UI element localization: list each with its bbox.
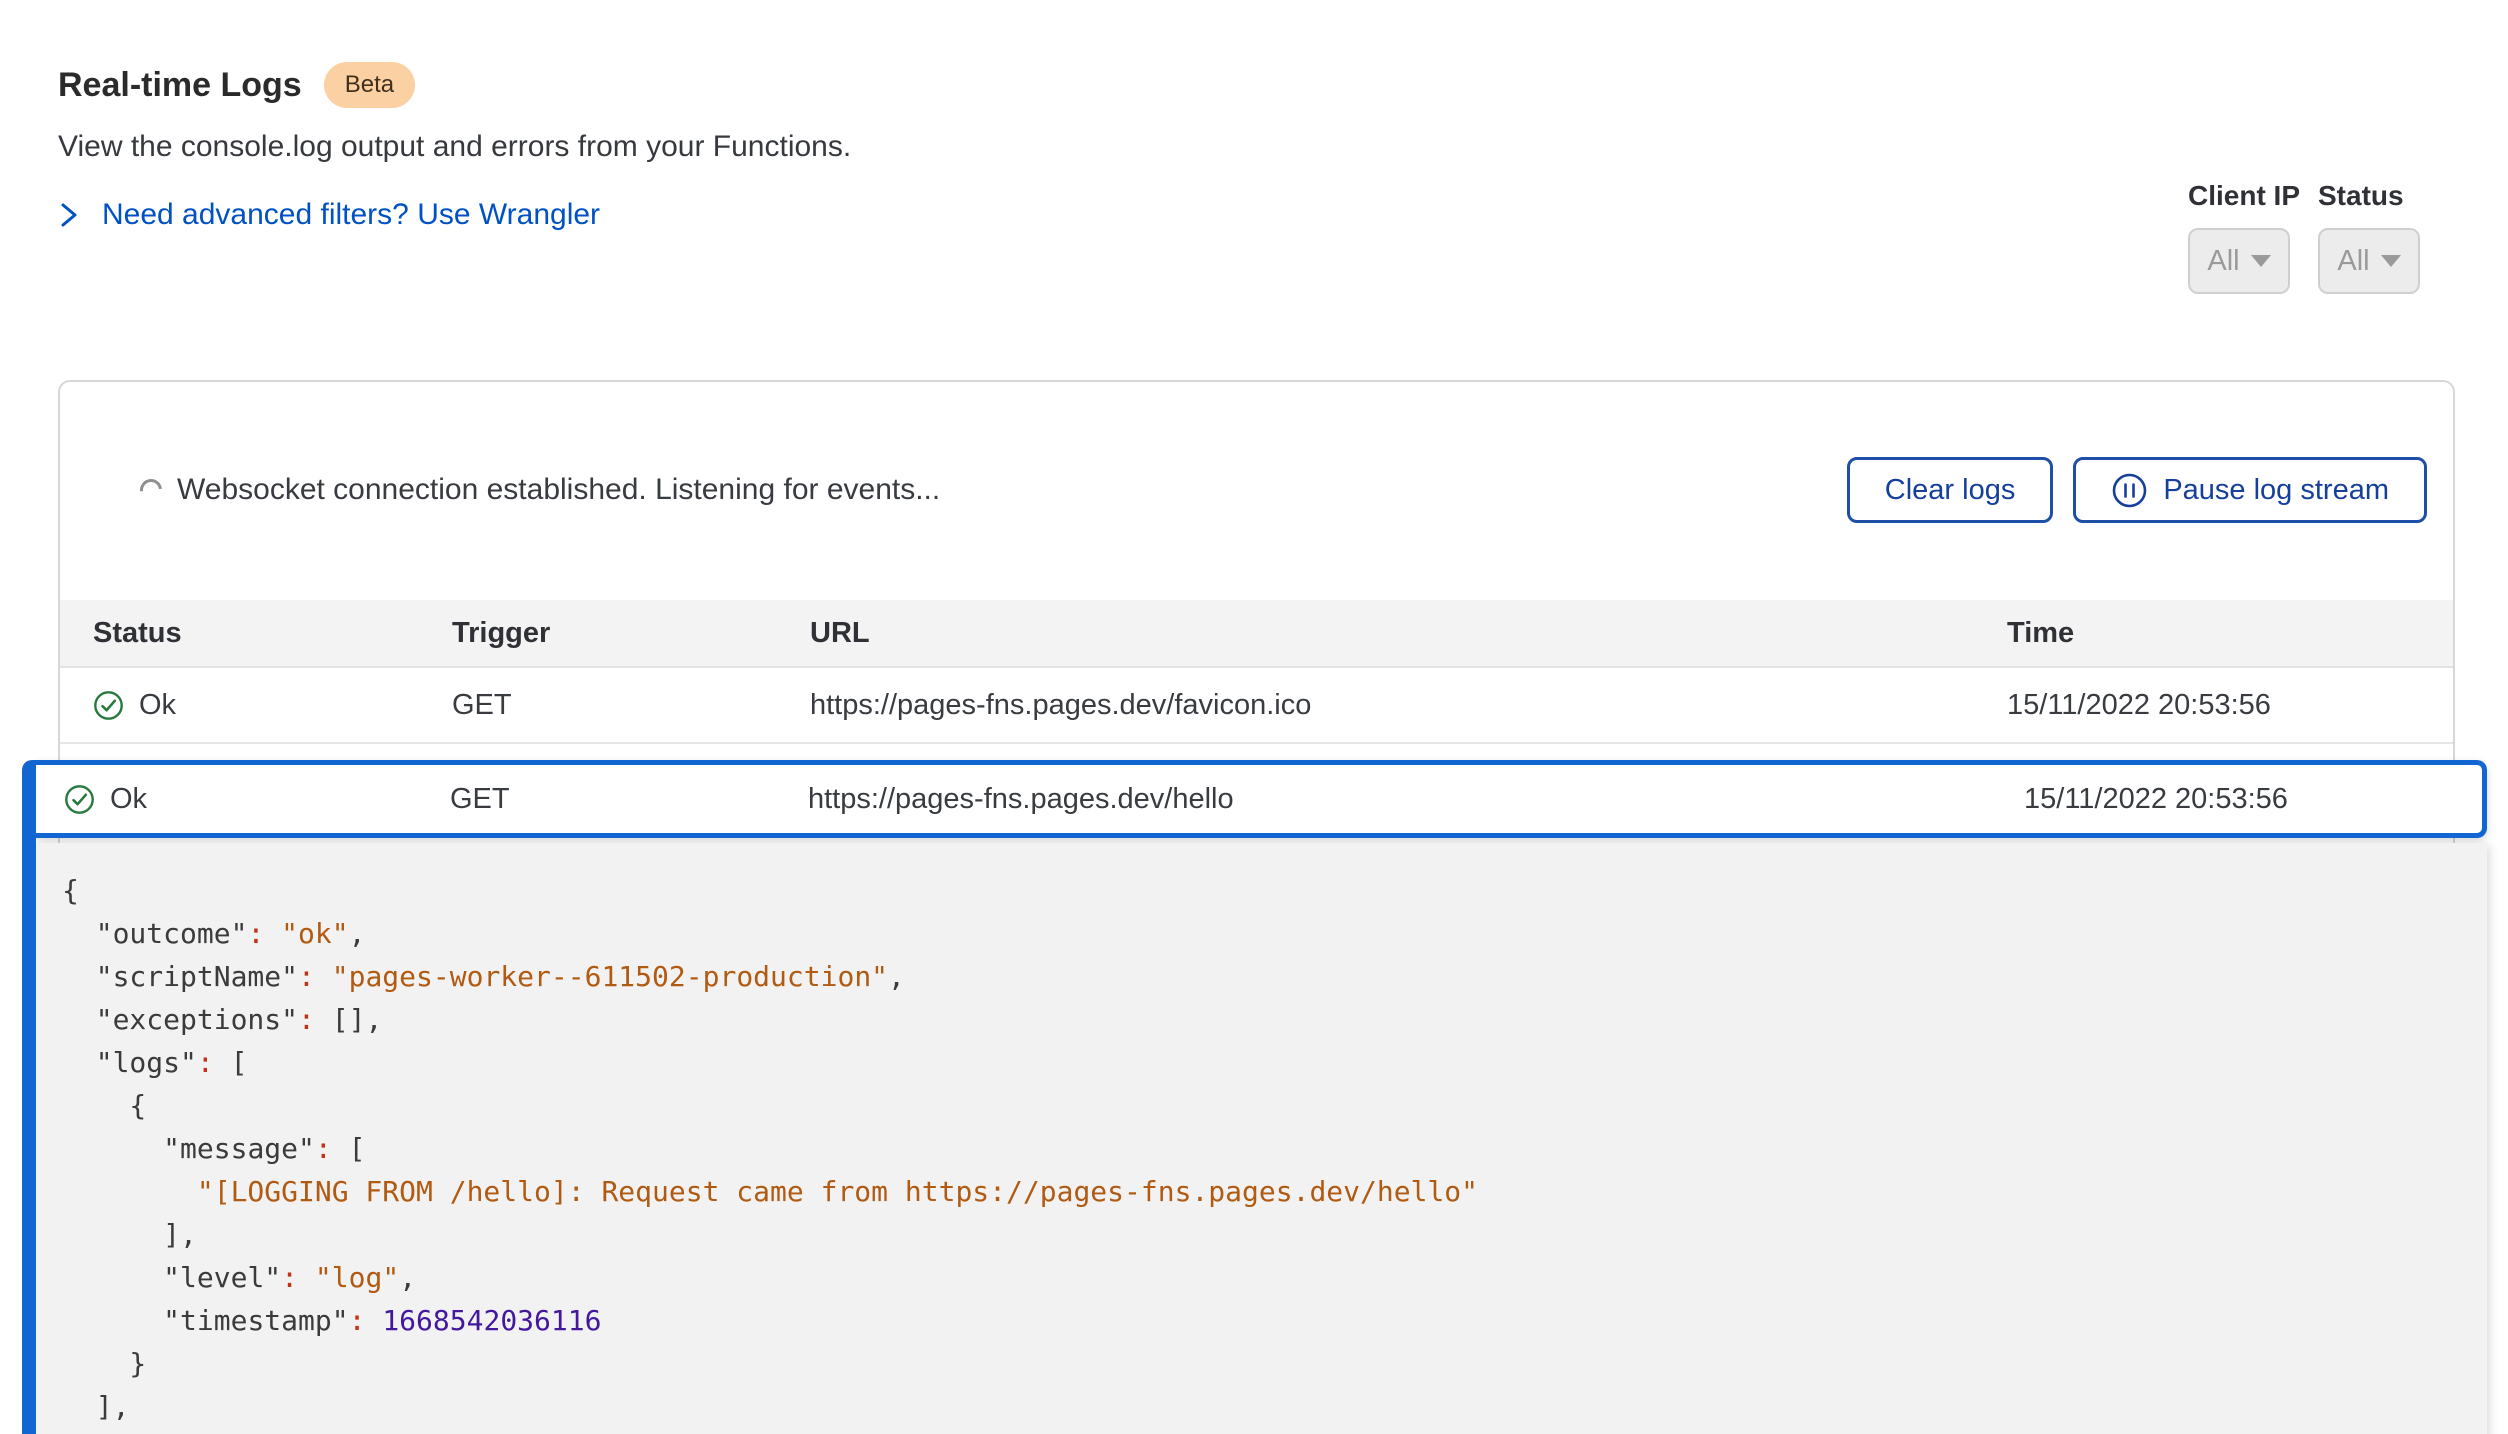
row-time: 15/11/2022 20:53:56 xyxy=(1995,689,2453,722)
column-header-trigger: Trigger xyxy=(452,617,810,650)
log-filters: Client IP All Status All xyxy=(2188,180,2420,294)
client-ip-filter: Client IP All xyxy=(2188,180,2300,294)
row-trigger: GET xyxy=(450,783,808,816)
column-header-status: Status xyxy=(60,617,452,650)
log-table-row[interactable]: Ok GET https://pages-fns.pages.dev/favic… xyxy=(60,668,2453,744)
page-title: Real-time Logs xyxy=(58,66,302,105)
pause-icon xyxy=(2111,472,2148,509)
row-status: Ok xyxy=(139,689,176,722)
log-table-header: Status Trigger URL Time xyxy=(60,600,2453,668)
realtime-logs-page: Real-time Logs Beta View the console.log… xyxy=(0,0,2508,1434)
page-subtitle: View the console.log output and errors f… xyxy=(58,130,2450,164)
status-filter-value: All xyxy=(2337,245,2369,278)
expanded-log-entry: Ok GET https://pages-fns.pages.dev/hello… xyxy=(22,760,2487,1434)
row-status: Ok xyxy=(110,783,147,816)
client-ip-filter-value: All xyxy=(2207,245,2239,278)
column-header-time: Time xyxy=(1995,617,2453,650)
selection-accent-bar xyxy=(22,760,36,1434)
clear-logs-button[interactable]: Clear logs xyxy=(1847,457,2054,523)
row-url: https://pages-fns.pages.dev/favicon.ico xyxy=(810,689,1995,722)
websocket-status-text: Websocket connection established. Listen… xyxy=(177,473,940,507)
pause-log-stream-button-label: Pause log stream xyxy=(2163,474,2389,507)
log-panel-toolbar: Websocket connection established. Listen… xyxy=(60,382,2453,523)
row-time: 15/11/2022 20:53:56 xyxy=(2012,783,2482,816)
client-ip-filter-dropdown[interactable]: All xyxy=(2188,228,2290,294)
wrangler-link[interactable]: Need advanced filters? Use Wrangler xyxy=(58,198,600,232)
row-trigger: GET xyxy=(452,689,810,722)
status-filter-label: Status xyxy=(2318,180,2420,212)
wrangler-link-label: Need advanced filters? Use Wrangler xyxy=(102,198,600,232)
chevron-right-icon xyxy=(58,200,80,230)
success-check-icon xyxy=(64,784,95,815)
row-url: https://pages-fns.pages.dev/hello xyxy=(808,783,2012,816)
loading-spinner-icon xyxy=(136,475,167,506)
beta-badge: Beta xyxy=(324,62,415,108)
success-check-icon xyxy=(93,690,124,721)
selected-log-row[interactable]: Ok GET https://pages-fns.pages.dev/hello… xyxy=(36,760,2487,838)
column-header-url: URL xyxy=(810,617,1995,650)
status-filter: Status All xyxy=(2318,180,2420,294)
client-ip-filter-label: Client IP xyxy=(2188,180,2300,212)
caret-down-icon xyxy=(2251,255,2271,267)
caret-down-icon xyxy=(2381,255,2401,267)
clear-logs-button-label: Clear logs xyxy=(1885,474,2016,507)
status-filter-dropdown[interactable]: All xyxy=(2318,228,2420,294)
pause-log-stream-button[interactable]: Pause log stream xyxy=(2073,457,2427,523)
log-json-code: { "outcome": "ok", "scriptName": "pages-… xyxy=(62,869,2467,1428)
log-detail-panel: { "outcome": "ok", "scriptName": "pages-… xyxy=(36,843,2487,1434)
page-header: Real-time Logs Beta View the console.log… xyxy=(58,62,2450,235)
